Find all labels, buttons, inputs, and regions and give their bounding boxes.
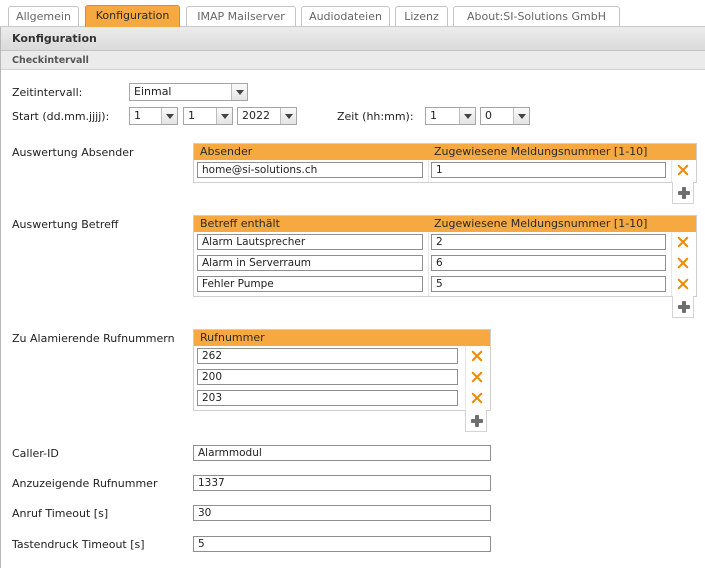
tab-bar: Allgemein Konfiguration IMAP Mailserver …	[0, 0, 705, 27]
betreff-row-number[interactable]: 5	[431, 276, 666, 292]
zeitintervall-label: Zeitintervall:	[12, 86, 83, 99]
anruf-timeout-input[interactable]: 30	[193, 505, 491, 521]
start-label: Start (dd.mm.jjjj):	[12, 110, 110, 123]
delete-icon[interactable]	[467, 346, 487, 366]
tab-imap-mailserver[interactable]: IMAP Mailserver	[186, 6, 296, 26]
column-divider	[465, 346, 466, 410]
tab-allgemein[interactable]: Allgemein	[8, 6, 79, 26]
caller-id-label: Caller-ID	[12, 447, 59, 460]
column-divider	[671, 160, 672, 182]
add-icon[interactable]	[678, 187, 690, 199]
absender-row-value[interactable]: home@si-solutions.ch	[197, 162, 423, 178]
rufnummern-grid-header: Rufnummer	[194, 330, 490, 346]
absender-grid-header: Absender Zugewiesene Meldungsnummer [1-1…	[194, 144, 696, 160]
start-month-select[interactable]: 1	[183, 107, 233, 125]
betreff-row-value[interactable]: Fehler Pumpe	[197, 276, 423, 292]
anzuzeigende-rufnummer-label: Anzuzeigende Rufnummer	[12, 477, 158, 490]
delete-icon[interactable]	[673, 232, 693, 252]
tab-konfiguration[interactable]: Konfiguration	[85, 5, 180, 27]
start-year-value: 2022	[242, 109, 270, 122]
betreff-row-number[interactable]: 6	[431, 255, 666, 271]
subsection-title: Checkintervall	[1, 51, 705, 70]
start-day-select[interactable]: 1	[129, 107, 178, 125]
delete-icon[interactable]	[673, 274, 693, 294]
add-icon[interactable]	[471, 415, 483, 427]
delete-icon[interactable]	[673, 253, 693, 273]
zeit-hour-value: 1	[430, 109, 437, 122]
caller-id-input[interactable]: Alarmmodul	[193, 445, 491, 461]
absender-number-col-header: Zugewiesene Meldungsnummer [1-10]	[434, 145, 648, 158]
anzuzeigende-rufnummer-input[interactable]: 1337	[193, 475, 491, 491]
tab-lizenz[interactable]: Lizenz	[395, 6, 448, 26]
betreff-col-header: Betreff enthält	[200, 217, 280, 230]
tastendruck-timeout-label: Tastendruck Timeout [s]	[12, 538, 145, 551]
betreff-label: Auswertung Betreff	[12, 218, 119, 231]
column-divider	[428, 232, 429, 296]
rufnummer-row-value[interactable]: 262	[197, 348, 458, 364]
rufnummer-row-value[interactable]: 203	[197, 390, 458, 406]
section-title: Konfiguration	[1, 27, 705, 51]
tab-about[interactable]: About:SI-Solutions GmbH	[453, 6, 620, 26]
rufnummer-row-value[interactable]: 200	[197, 369, 458, 385]
betreff-number-col-header: Zugewiesene Meldungsnummer [1-10]	[434, 217, 648, 230]
absender-add-cell	[672, 182, 694, 204]
chevron-down-icon	[161, 108, 177, 124]
betreff-add-cell	[672, 296, 694, 318]
betreff-row-number[interactable]: 2	[431, 234, 666, 250]
zeit-label: Zeit (hh:mm):	[337, 110, 414, 123]
zeit-minute-select[interactable]: 0	[480, 107, 530, 125]
chevron-down-icon	[231, 84, 247, 100]
chevron-down-icon	[459, 108, 475, 124]
column-divider	[671, 232, 672, 296]
betreff-row-value[interactable]: Alarm in Serverraum	[197, 255, 423, 271]
tastendruck-timeout-input[interactable]: 5	[193, 536, 491, 552]
rufnummern-label: Zu Alamierende Rufnummern	[12, 332, 175, 345]
rufnummer-col-header: Rufnummer	[200, 331, 265, 344]
zeitintervall-value: Einmal	[134, 85, 172, 98]
chevron-down-icon	[513, 108, 529, 124]
tab-audiodateien[interactable]: Audiodateien	[301, 6, 390, 26]
chevron-down-icon	[280, 108, 296, 124]
absender-col-header: Absender	[200, 145, 253, 158]
betreff-grid-header: Betreff enthält Zugewiesene Meldungsnumm…	[194, 216, 696, 232]
delete-icon[interactable]	[467, 388, 487, 408]
delete-icon[interactable]	[673, 160, 693, 180]
column-divider	[428, 160, 429, 182]
zeitintervall-select[interactable]: Einmal	[129, 83, 248, 101]
chevron-down-icon	[216, 108, 232, 124]
start-day-value: 1	[134, 109, 141, 122]
betreff-row-value[interactable]: Alarm Lautsprecher	[197, 234, 423, 250]
absender-row-number[interactable]: 1	[431, 162, 666, 178]
zeit-hour-select[interactable]: 1	[425, 107, 476, 125]
rufnummern-add-cell	[465, 410, 487, 432]
zeit-minute-value: 0	[485, 109, 492, 122]
absender-label: Auswertung Absender	[12, 146, 134, 159]
anruf-timeout-label: Anruf Timeout [s]	[12, 507, 109, 520]
start-month-value: 1	[188, 109, 195, 122]
start-year-select[interactable]: 2022	[237, 107, 297, 125]
delete-icon[interactable]	[467, 367, 487, 387]
add-icon[interactable]	[678, 301, 690, 313]
